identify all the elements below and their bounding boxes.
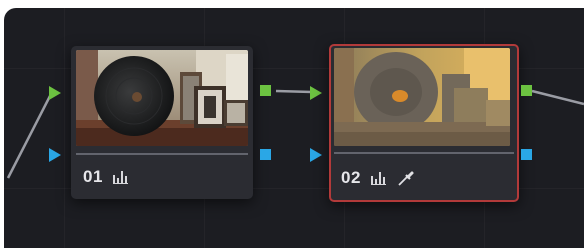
node-label: 01: [83, 167, 103, 186]
node-01-thumbnail: [76, 50, 248, 146]
node-01-footer: 01: [83, 166, 129, 188]
levels-icon: [112, 170, 129, 184]
node-02-alpha-input[interactable]: [310, 148, 322, 162]
node-02-thumbnail: [334, 48, 510, 146]
node-01-rgb-input[interactable]: [49, 86, 61, 100]
node-divider: [76, 153, 248, 155]
node-label: 02: [341, 168, 361, 187]
node-02[interactable]: 02: [329, 44, 519, 202]
node-02-rgb-input[interactable]: [310, 86, 322, 100]
node-02-alpha-output[interactable]: [521, 149, 532, 160]
node-01-rgb-output[interactable]: [260, 85, 271, 96]
node-02-rgb-output[interactable]: [521, 85, 532, 96]
eyedropper-icon: [397, 170, 415, 186]
grid-line: [64, 8, 65, 248]
node-02-footer: 02: [341, 167, 415, 189]
node-01-alpha-input[interactable]: [49, 148, 61, 162]
node-01[interactable]: 01: [71, 46, 253, 199]
node-divider: [334, 152, 514, 154]
thumbnail-image-graded: [334, 48, 510, 146]
thumbnail-image-record-shelf: [76, 50, 248, 146]
node-01-alpha-output[interactable]: [260, 149, 271, 160]
levels-icon: [370, 171, 387, 185]
